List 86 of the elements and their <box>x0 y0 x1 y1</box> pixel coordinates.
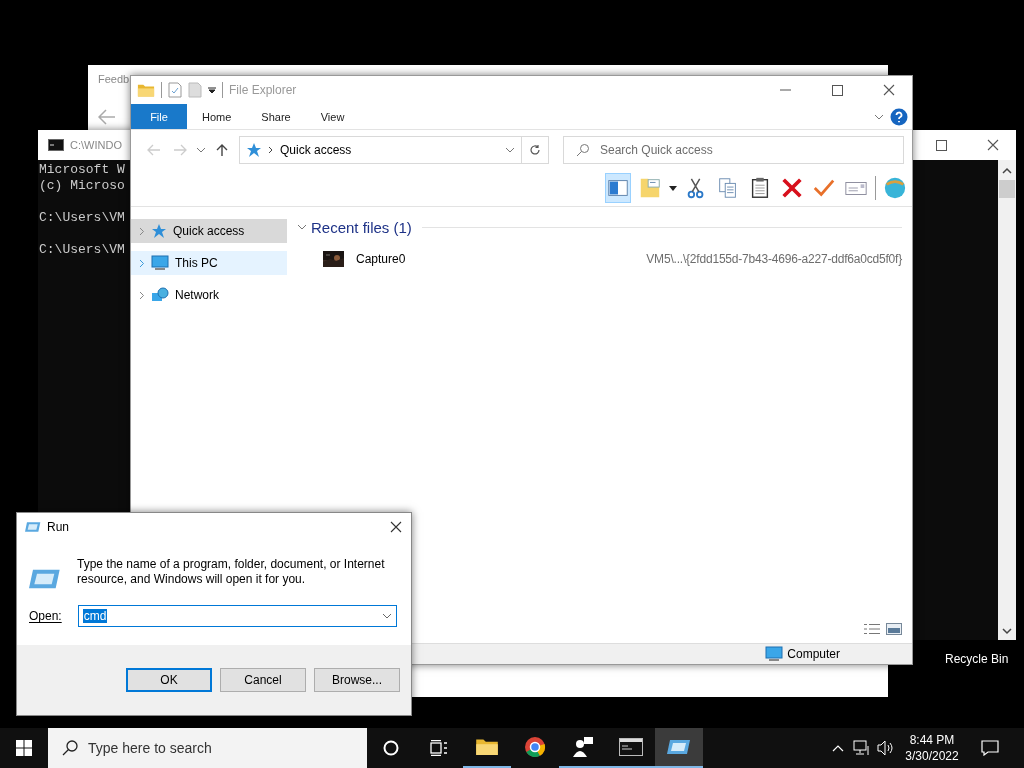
dialog-message: Type the name of a program, folder, document, or Internet resource, and Windows will open it for you. <box>77 557 386 587</box>
chevron-icon <box>196 147 206 153</box>
navigation-item[interactable]: This PC <box>131 251 287 275</box>
collapse-icon[interactable] <box>297 222 307 232</box>
navigation-item[interactable]: Quick access <box>131 219 287 243</box>
desktop-icon-label[interactable]: Recycle Bin <box>945 652 1009 666</box>
taskbar-search-field[interactable]: Type here to search <box>48 728 367 768</box>
console-icon <box>48 139 64 151</box>
expand-icon <box>139 258 145 268</box>
folder-note-icon <box>638 176 662 200</box>
details-view-icon[interactable] <box>864 623 880 635</box>
file-path: VM5\...\{2fdd155d-7b43-4696-a227-ddf6a0cd5f0f} <box>646 252 902 266</box>
console-line: C:\Users\VM <box>39 242 125 258</box>
field-label: Open: <box>29 609 62 623</box>
star-icon <box>246 142 262 158</box>
navigation-item[interactable]: Network <box>131 283 287 307</box>
dialog-title: Run <box>47 520 69 534</box>
network-icon <box>151 287 169 303</box>
ribbon-tab[interactable]: File <box>131 104 187 129</box>
dialog-button[interactable]: OK <box>126 668 212 692</box>
maximize-icon <box>831 84 843 96</box>
folder-icon <box>475 737 499 757</box>
dialog-button[interactable]: Cancel <box>220 668 306 692</box>
run-icon <box>667 738 691 756</box>
circle-icon <box>383 740 399 756</box>
windows-icon <box>16 740 32 756</box>
check-document-icon[interactable] <box>168 82 182 98</box>
section-header: Recent files (1) <box>311 218 412 236</box>
console-icon <box>619 738 643 756</box>
star-icon <box>151 223 167 239</box>
delete-icon <box>780 176 804 200</box>
people-icon <box>571 736 595 758</box>
ribbon-tab[interactable]: Share <box>246 104 306 129</box>
scroll-down-icon[interactable] <box>1002 626 1012 636</box>
expand-icon <box>139 290 145 300</box>
ribbon-tab[interactable]: View <box>305 104 360 129</box>
search-icon <box>62 740 78 756</box>
address-bar[interactable]: Quick access <box>239 136 549 164</box>
chevron-right-icon <box>268 146 274 154</box>
forward-arrow-icon <box>173 144 187 156</box>
speech-bubble-icon <box>981 740 999 756</box>
folder-icon <box>137 82 155 98</box>
monitor-icon <box>151 255 169 271</box>
dialog-button[interactable]: Browse... <box>314 668 400 692</box>
clock[interactable]: 8:44 PM 3/30/2022 <box>904 728 960 768</box>
help-icon[interactable] <box>890 107 908 126</box>
refresh-icon[interactable] <box>529 144 541 156</box>
dropdown-icon <box>505 147 515 153</box>
scrollbar-thumb[interactable] <box>999 180 1015 198</box>
scrollbar[interactable] <box>998 160 1016 640</box>
window-title: C:\WINDO <box>70 139 122 151</box>
expand-icon <box>139 226 145 236</box>
caret-icon[interactable] <box>208 86 216 94</box>
close-icon <box>883 84 895 96</box>
taskbar-app[interactable] <box>655 728 703 768</box>
open-combobox[interactable]: cmd <box>77 605 397 627</box>
globe-icon <box>883 176 907 200</box>
window-title: File Explorer <box>229 83 297 97</box>
run-icon <box>25 521 41 533</box>
chevron-up-icon <box>832 744 844 752</box>
search-icon <box>576 143 590 157</box>
dropdown-icon <box>381 613 392 619</box>
task-view-icon <box>430 740 448 756</box>
monitor-icon <box>765 646 784 662</box>
scroll-up-icon[interactable] <box>1002 166 1012 176</box>
up-arrow-icon <box>216 143 228 157</box>
large-icons-view-icon[interactable] <box>886 623 902 635</box>
console-line: Microsoft W <box>39 162 125 178</box>
caret-icon[interactable] <box>669 185 677 191</box>
close-icon <box>390 521 402 533</box>
search-field[interactable]: Search Quick access <box>563 136 904 164</box>
run-icon <box>29 567 61 591</box>
ribbon-tab[interactable]: Home <box>187 104 247 129</box>
network-icon <box>853 740 871 756</box>
browser-icon <box>524 736 546 758</box>
close-icon <box>987 139 999 151</box>
file-name[interactable]: Capture0 <box>356 252 406 266</box>
speaker-icon <box>877 740 895 756</box>
window-title: Feedb <box>98 73 130 85</box>
status-text: Computer <box>787 647 840 661</box>
chevron-icon <box>874 113 884 120</box>
console-line: (c) Microso <box>39 178 125 194</box>
console-line: C:\Users\VM <box>39 210 125 226</box>
back-arrow-icon <box>147 144 161 156</box>
minimize-icon <box>779 89 791 91</box>
maximize-icon <box>935 139 947 151</box>
